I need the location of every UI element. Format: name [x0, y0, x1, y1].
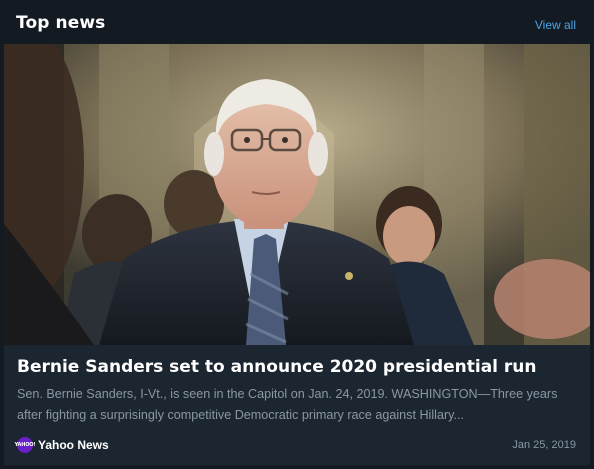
story-summary: Sen. Bernie Sanders, I-Vt., is seen in t… [17, 387, 558, 422]
view-all-link[interactable]: View all [535, 18, 576, 32]
widget-header: Top news View all [0, 0, 594, 44]
story-photo[interactable] [4, 44, 590, 345]
yahoo-news-logo-icon: YAHOO! [15, 437, 36, 453]
top-news-widget: Top news View all Bernie Sanders set to … [0, 0, 594, 469]
news-story-card[interactable]: Bernie Sanders set to announce 2020 pres… [4, 44, 590, 465]
story-headline[interactable]: Bernie Sanders set to announce 2020 pres… [17, 357, 537, 377]
story-date: Jan 25, 2019 [512, 439, 576, 451]
story-photo-illustration [4, 44, 590, 345]
widget-title: Top news [16, 13, 106, 33]
source-name: Yahoo News [38, 438, 109, 452]
story-source: YAHOO! Yahoo News [15, 436, 109, 454]
